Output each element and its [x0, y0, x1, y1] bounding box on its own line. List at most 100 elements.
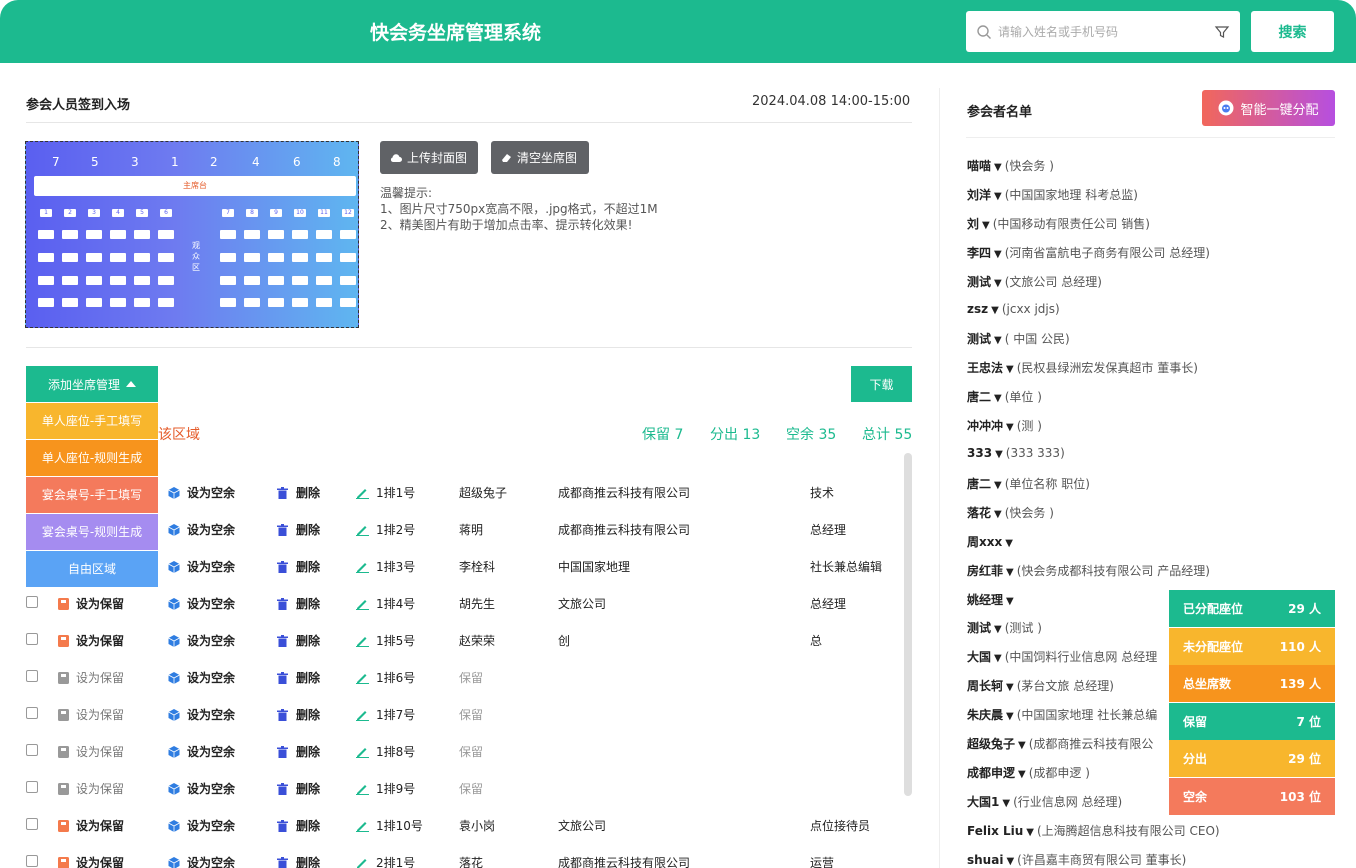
table-scrollbar[interactable] [904, 453, 912, 796]
set-empty-button[interactable]: 设为空余 [168, 632, 235, 649]
delete-button[interactable]: 删除 [277, 669, 320, 686]
attendee-item[interactable]: 刘 ▼ (中国移动有限责任公司 销售) [967, 215, 1150, 232]
attendee-item[interactable]: 房红菲 ▼ (快会务成都科技有限公司 产品经理) [967, 562, 1210, 579]
row-checkbox[interactable] [26, 670, 38, 682]
menu-item[interactable]: 单人座位-手工填写 [26, 403, 158, 439]
attendee-item[interactable]: Felix Liu ▼ (上海腾超信息科技有限公司 CEO) [967, 822, 1220, 839]
set-empty-button[interactable]: 设为空余 [168, 780, 235, 797]
set-empty-button[interactable]: 设为空余 [168, 669, 235, 686]
set-empty-button[interactable]: 设为空余 [168, 817, 235, 834]
search-box[interactable] [966, 11, 1240, 52]
search-input[interactable] [998, 24, 1214, 39]
attendee-item[interactable]: 大国1 ▼ (行业信息网 总经理) [967, 793, 1122, 810]
attendee-item[interactable]: 李四 ▼ (河南省富航电子商务有限公司 总经理) [967, 244, 1210, 261]
attendee-item[interactable]: 刘洋 ▼ (中国国家地理 科考总监) [967, 186, 1138, 203]
attendee-item[interactable]: 周xxx ▼ [967, 533, 1016, 550]
attendee-item[interactable]: 周长轲 ▼ (茅台文旅 总经理) [967, 677, 1114, 694]
set-reserved-button[interactable]: 设为保留 [58, 817, 124, 834]
attendee-item-name: Felix Liu [967, 823, 1024, 838]
attendee-item[interactable]: 测试 ▼ (文旅公司 总经理) [967, 273, 1102, 290]
attendee-item[interactable]: 姚经理 ▼ [967, 591, 1017, 608]
seat-position[interactable]: 1排3号 [356, 558, 415, 575]
delete-button[interactable]: 删除 [277, 854, 320, 868]
attendee-item[interactable]: 冲冲冲 ▼ (测 ) [967, 417, 1042, 434]
add-seat-management-button[interactable]: 添加坐席管理 [26, 366, 158, 402]
seat-position[interactable]: 1排2号 [356, 521, 415, 538]
delete-label: 删除 [296, 708, 321, 722]
attendee-item[interactable]: 喵喵 ▼ (快会务 ) [967, 157, 1054, 174]
delete-button[interactable]: 删除 [277, 632, 320, 649]
seat-map-image[interactable]: 7 5 3 1 2 4 6 8 主席台 观众区 1 2 3 4 5 6 7 8 9 10 11 12 [25, 141, 359, 328]
attendee-item[interactable]: 333 ▼ (333 333) [967, 446, 1065, 460]
set-empty-button[interactable]: 设为空余 [168, 743, 235, 760]
attendee-item[interactable]: 朱庆晨 ▼ (中国国家地理 社长兼总编 [967, 706, 1157, 723]
attendee-item[interactable]: 大国 ▼ (中国饲料行业信息网 总经理 [967, 648, 1157, 665]
seat-position[interactable]: 1排8号 [356, 743, 415, 760]
delete-button[interactable]: 删除 [277, 558, 320, 575]
menu-item[interactable]: 宴会桌号-手工填写 [26, 477, 158, 513]
seat-position[interactable]: 2排1号 [356, 854, 415, 868]
caret-down-icon: ▼ [995, 449, 1003, 460]
delete-button[interactable]: 删除 [277, 595, 320, 612]
seat-position[interactable]: 1排9号 [356, 780, 415, 797]
row-checkbox[interactable] [26, 596, 38, 608]
set-reserved-label: 设为保留 [76, 745, 125, 759]
upload-cover-button[interactable]: 上传封面图 [380, 141, 478, 174]
seat-position[interactable]: 1排4号 [356, 595, 415, 612]
set-empty-button[interactable]: 设为空余 [168, 854, 235, 868]
seat-position[interactable]: 1排7号 [356, 706, 415, 723]
attendee-item[interactable]: 超级兔子 ▼ (成都商推云科技有限公 [967, 735, 1153, 752]
set-empty-button[interactable]: 设为空余 [168, 706, 235, 723]
attendee-item[interactable]: zsz ▼ (jcxx jdjs) [967, 302, 1060, 316]
caret-down-icon: ▼ [1006, 711, 1014, 723]
clear-seatmap-label: 清空坐席图 [517, 151, 578, 165]
summary-item: 分出 29 位 [1169, 740, 1335, 778]
attendee-item[interactable]: 落花 ▼ (快会务 ) [967, 504, 1054, 521]
delete-button[interactable]: 删除 [277, 743, 320, 760]
attendee-item[interactable]: 测试 ▼ (测试 ) [967, 619, 1042, 636]
set-empty-button[interactable]: 设为空余 [168, 521, 235, 538]
download-button[interactable]: 下载 [851, 366, 912, 402]
menu-item[interactable]: 单人座位-规则生成 [26, 440, 158, 476]
delete-button[interactable]: 删除 [277, 521, 320, 538]
row-checkbox[interactable] [26, 633, 38, 645]
delete-button[interactable]: 删除 [277, 706, 320, 723]
seat-position[interactable]: 1排1号 [356, 484, 415, 501]
delete-button[interactable]: 删除 [277, 817, 320, 834]
seat-position[interactable]: 1排6号 [356, 669, 415, 686]
set-reserved-button[interactable]: 设为保留 [58, 854, 124, 868]
set-empty-button[interactable]: 设为空余 [168, 595, 235, 612]
seat-position[interactable]: 1排10号 [356, 817, 423, 834]
row-checkbox[interactable] [26, 818, 38, 830]
seat [158, 298, 174, 307]
menu-item[interactable]: 自由区域 [26, 551, 158, 587]
filter-icon[interactable] [1214, 24, 1230, 40]
delete-button[interactable]: 删除 [277, 484, 320, 501]
row-checkbox[interactable] [26, 781, 38, 793]
attendee-item[interactable]: 唐二 ▼ (单位 ) [967, 388, 1042, 405]
set-reserved-button[interactable]: 设为保留 [58, 595, 124, 612]
attendee-item[interactable]: shuai ▼ (许昌嘉丰商贸有限公司 董事长) [967, 851, 1186, 868]
attendee-item[interactable]: 测试 ▼( 中国 公民) [967, 330, 1070, 347]
menu-item[interactable]: 宴会桌号-规则生成 [26, 514, 158, 550]
seat-position[interactable]: 1排5号 [356, 632, 415, 649]
delete-label: 删除 [296, 671, 321, 685]
row-checkbox[interactable] [26, 707, 38, 719]
row-checkbox[interactable] [26, 855, 38, 867]
set-reserved-button[interactable]: 设为保留 [58, 743, 124, 760]
delete-button[interactable]: 删除 [277, 780, 320, 797]
set-reserved-button[interactable]: 设为保留 [58, 669, 124, 686]
row-checkbox[interactable] [26, 744, 38, 756]
clear-seatmap-button[interactable]: 清空坐席图 [491, 141, 589, 174]
attendee-item[interactable]: 王忠法 ▼ (民权县绿洲宏发保真超市 董事长) [967, 359, 1198, 376]
attendee-item[interactable]: 成都申逻 ▼ (成都申逻 ) [967, 764, 1090, 781]
set-reserved-button[interactable]: 设为保留 [58, 780, 124, 797]
attendee-item[interactable]: 唐二 ▼ (单位名称 职位) [967, 475, 1090, 492]
search-button[interactable]: 搜索 [1251, 11, 1334, 52]
set-empty-button[interactable]: 设为空余 [168, 484, 235, 501]
set-reserved-button[interactable]: 设为保留 [58, 632, 124, 649]
caret-down-icon: ▼ [994, 277, 1002, 289]
set-reserved-button[interactable]: 设为保留 [58, 706, 124, 723]
set-empty-button[interactable]: 设为空余 [168, 558, 235, 575]
smart-assign-button[interactable]: 智能一键分配 [1202, 90, 1335, 126]
